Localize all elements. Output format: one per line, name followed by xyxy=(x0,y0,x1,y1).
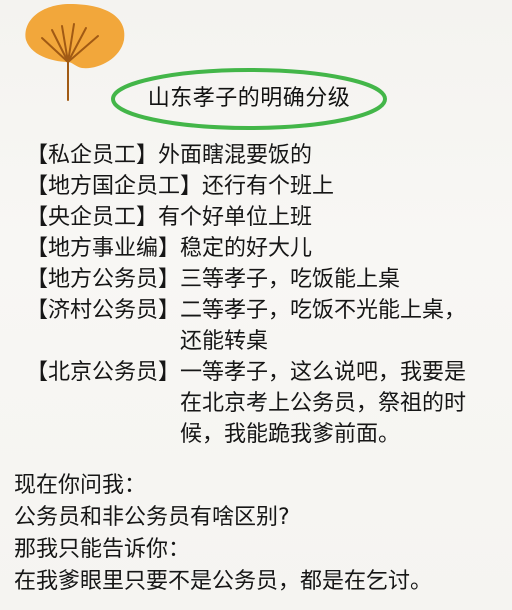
grade-category: 【央企员工】 xyxy=(26,205,159,230)
grade-description: 还行有个班上 xyxy=(202,171,334,202)
grade-category: 【济村公务员】 xyxy=(26,298,181,323)
closing-line: 在我爹眼里只要不是公务员，都是在乞讨。 xyxy=(14,569,433,594)
grade-description-line: 还能转桌 xyxy=(180,329,269,354)
grade-category: 【地方事业编】 xyxy=(26,236,181,261)
grade-description-line: 二等孝子，吃饭不光能上桌， xyxy=(180,298,467,323)
grade-item: 【私企员工】 外面瞎混要饭的 xyxy=(26,140,506,171)
grade-description: 一等孝子，这么说吧，我要是 在北京考上公务员，祭祖的时 候，我能跪我爹前面。 xyxy=(180,357,466,450)
closing-line: 那我只能告诉你： xyxy=(14,537,191,562)
grade-item: 【央企员工】 有个好单位上班 xyxy=(26,202,506,233)
grade-description-line: 在北京考上公务员，祭祖的时 xyxy=(180,391,467,416)
title-badge: 山东孝子的明确分级 xyxy=(108,66,390,132)
grade-description-line: 稳定的好大儿 xyxy=(180,236,313,261)
grade-description-line: 还行有个班上 xyxy=(202,174,335,199)
grade-description: 稳定的好大儿 xyxy=(180,233,312,264)
grade-description: 外面瞎混要饭的 xyxy=(158,140,312,171)
grade-category: 【私企员工】 xyxy=(26,143,159,168)
grade-item: 【北京公务员】 一等孝子，这么说吧，我要是 在北京考上公务员，祭祖的时 候，我能跪我爹… xyxy=(26,357,506,450)
grade-item: 【济村公务员】 二等孝子，吃饭不光能上桌， 还能转桌 xyxy=(26,295,506,357)
grade-item: 【地方公务员】 三等孝子，吃饭能上桌 xyxy=(26,264,506,295)
closing-text: 现在你问我： 公务员和非公务员有啥区别? 那我只能告诉你： 在我爹眼里只要不是公务员，… xyxy=(14,470,504,598)
grade-category: 【地方公务员】 xyxy=(26,267,181,292)
grade-category: 【北京公务员】 xyxy=(26,360,181,385)
grade-item: 【地方国企员工】 还行有个班上 xyxy=(26,171,506,202)
closing-line: 公务员和非公务员有啥区别? xyxy=(14,505,290,530)
grade-category: 【地方国企员工】 xyxy=(26,174,203,199)
grade-description-line: 候，我能跪我爹前面。 xyxy=(180,422,401,447)
page-title: 山东孝子的明确分级 xyxy=(147,86,351,111)
grade-description-line: 一等孝子，这么说吧，我要是 xyxy=(180,360,467,385)
grade-list: 【私企员工】 外面瞎混要饭的 【地方国企员工】 还行有个班上 【央企员工】 有个好单位上班… xyxy=(26,140,506,450)
grade-description-line: 三等孝子，吃饭能上桌 xyxy=(180,267,401,292)
grade-description: 三等孝子，吃饭能上桌 xyxy=(180,264,400,295)
grade-description: 二等孝子，吃饭不光能上桌， 还能转桌 xyxy=(180,295,466,357)
grade-description: 有个好单位上班 xyxy=(158,202,312,233)
closing-line: 现在你问我： xyxy=(14,473,147,498)
grade-item: 【地方事业编】 稳定的好大儿 xyxy=(26,233,506,264)
post-image: 山东孝子的明确分级 【私企员工】 外面瞎混要饭的 【地方国企员工】 还行有个班上 【央企… xyxy=(0,0,512,610)
grade-description-line: 外面瞎混要饭的 xyxy=(158,143,313,168)
grade-description-line: 有个好单位上班 xyxy=(158,205,313,230)
